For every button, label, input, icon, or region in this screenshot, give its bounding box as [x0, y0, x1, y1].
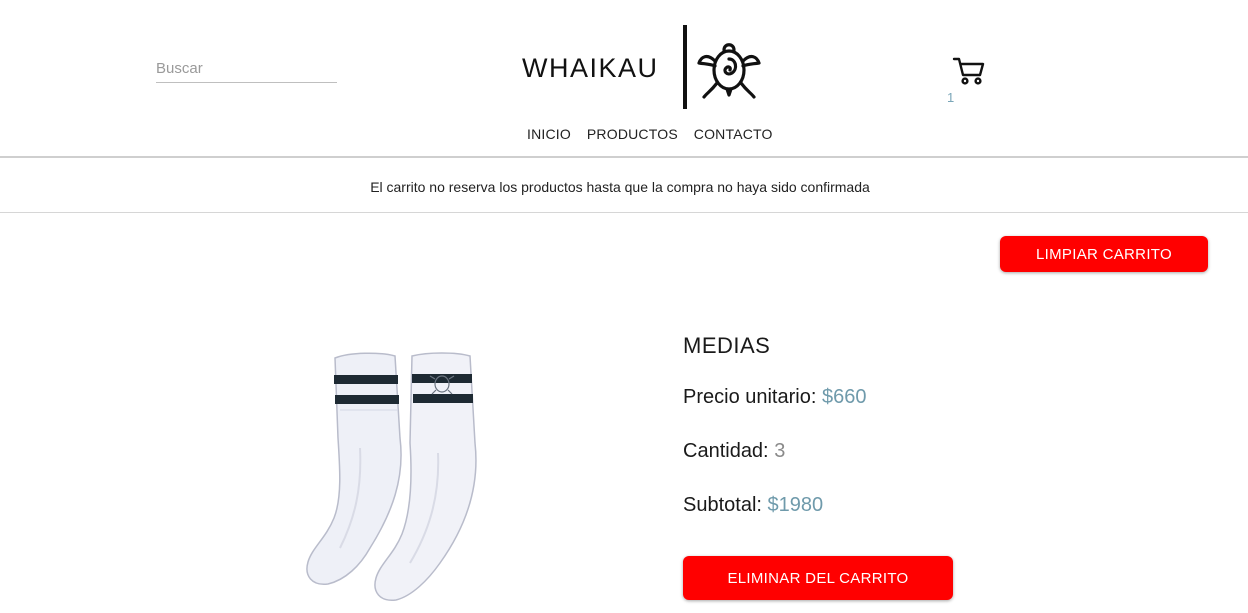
- unit-price-value: $660: [821, 386, 867, 408]
- search-wrap: [156, 60, 337, 83]
- quantity-value: 3: [774, 440, 786, 462]
- socks-illustration: [306, 352, 477, 601]
- cart-button[interactable]: [952, 56, 986, 91]
- cart-icon: [952, 57, 985, 85]
- quantity-row: Cantidad: 3: [683, 440, 785, 463]
- logo-text: WHAIKAU: [522, 53, 659, 83]
- notice-divider: [0, 212, 1248, 213]
- product-image: [306, 352, 477, 601]
- turtle-logo-icon: [697, 43, 761, 99]
- clear-cart-button[interactable]: LIMPIAR CARRITO: [1000, 236, 1208, 272]
- quantity-label: Cantidad:: [683, 440, 769, 462]
- nav-item-productos[interactable]: PRODUCTOS: [587, 126, 678, 142]
- product-name: MEDIAS: [683, 333, 771, 358]
- subtotal-label: Subtotal:: [683, 494, 762, 516]
- unit-price-label: Precio unitario:: [683, 386, 817, 408]
- cart-notice: El carrito no reserva los productos hast…: [370, 179, 870, 195]
- header-divider: [0, 156, 1248, 158]
- logo-divider: [683, 25, 687, 109]
- nav-item-contacto[interactable]: CONTACTO: [694, 126, 773, 142]
- nav-item-inicio[interactable]: INICIO: [527, 126, 571, 142]
- search-input[interactable]: [156, 60, 337, 83]
- cart-count-badge: 1: [947, 90, 955, 105]
- subtotal-row: Subtotal: $1980: [683, 494, 823, 517]
- remove-from-cart-button[interactable]: ELIMINAR DEL CARRITO: [683, 556, 953, 600]
- subtotal-value: $1980: [767, 494, 824, 516]
- unit-price-row: Precio unitario: $660: [683, 386, 866, 409]
